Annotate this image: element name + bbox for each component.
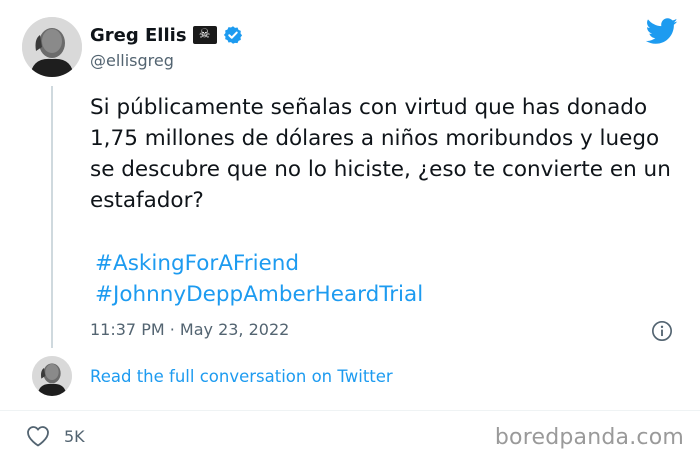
tweet-body: Si públicamente señalas con virtud que h…: [90, 95, 671, 213]
watermark: boredpanda.com: [494, 425, 684, 450]
tweet-timestamp[interactable]: 11:37 PM · May 23, 2022: [90, 320, 289, 339]
pirate-flag-emoji: ☠: [192, 26, 217, 44]
likes-row[interactable]: 5K: [26, 424, 85, 448]
twitter-bird-icon[interactable]: [646, 18, 678, 45]
author-name-row: Greg Ellis ☠: [90, 22, 243, 48]
hashtag-link[interactable]: #AskingForAFriend: [95, 248, 423, 279]
author-handle[interactable]: @ellisgreg: [90, 51, 174, 70]
info-icon[interactable]: [651, 320, 673, 342]
author-avatar-small[interactable]: [32, 356, 72, 396]
likes-count: 5K: [64, 426, 85, 446]
author-name[interactable]: Greg Ellis: [90, 25, 187, 46]
read-conversation-link[interactable]: Read the full conversation on Twitter: [90, 367, 393, 386]
hashtags: #AskingForAFriend #JohnnyDeppAmberHeardT…: [95, 248, 423, 310]
divider: [0, 410, 700, 411]
thread-line: [51, 86, 53, 348]
heart-icon[interactable]: [26, 425, 50, 447]
tweet-text: Si públicamente señalas con virtud que h…: [90, 92, 680, 216]
hashtag-link[interactable]: #JohnnyDeppAmberHeardTrial: [95, 279, 423, 310]
verified-badge-icon: [223, 26, 242, 44]
author-avatar[interactable]: [22, 17, 82, 77]
